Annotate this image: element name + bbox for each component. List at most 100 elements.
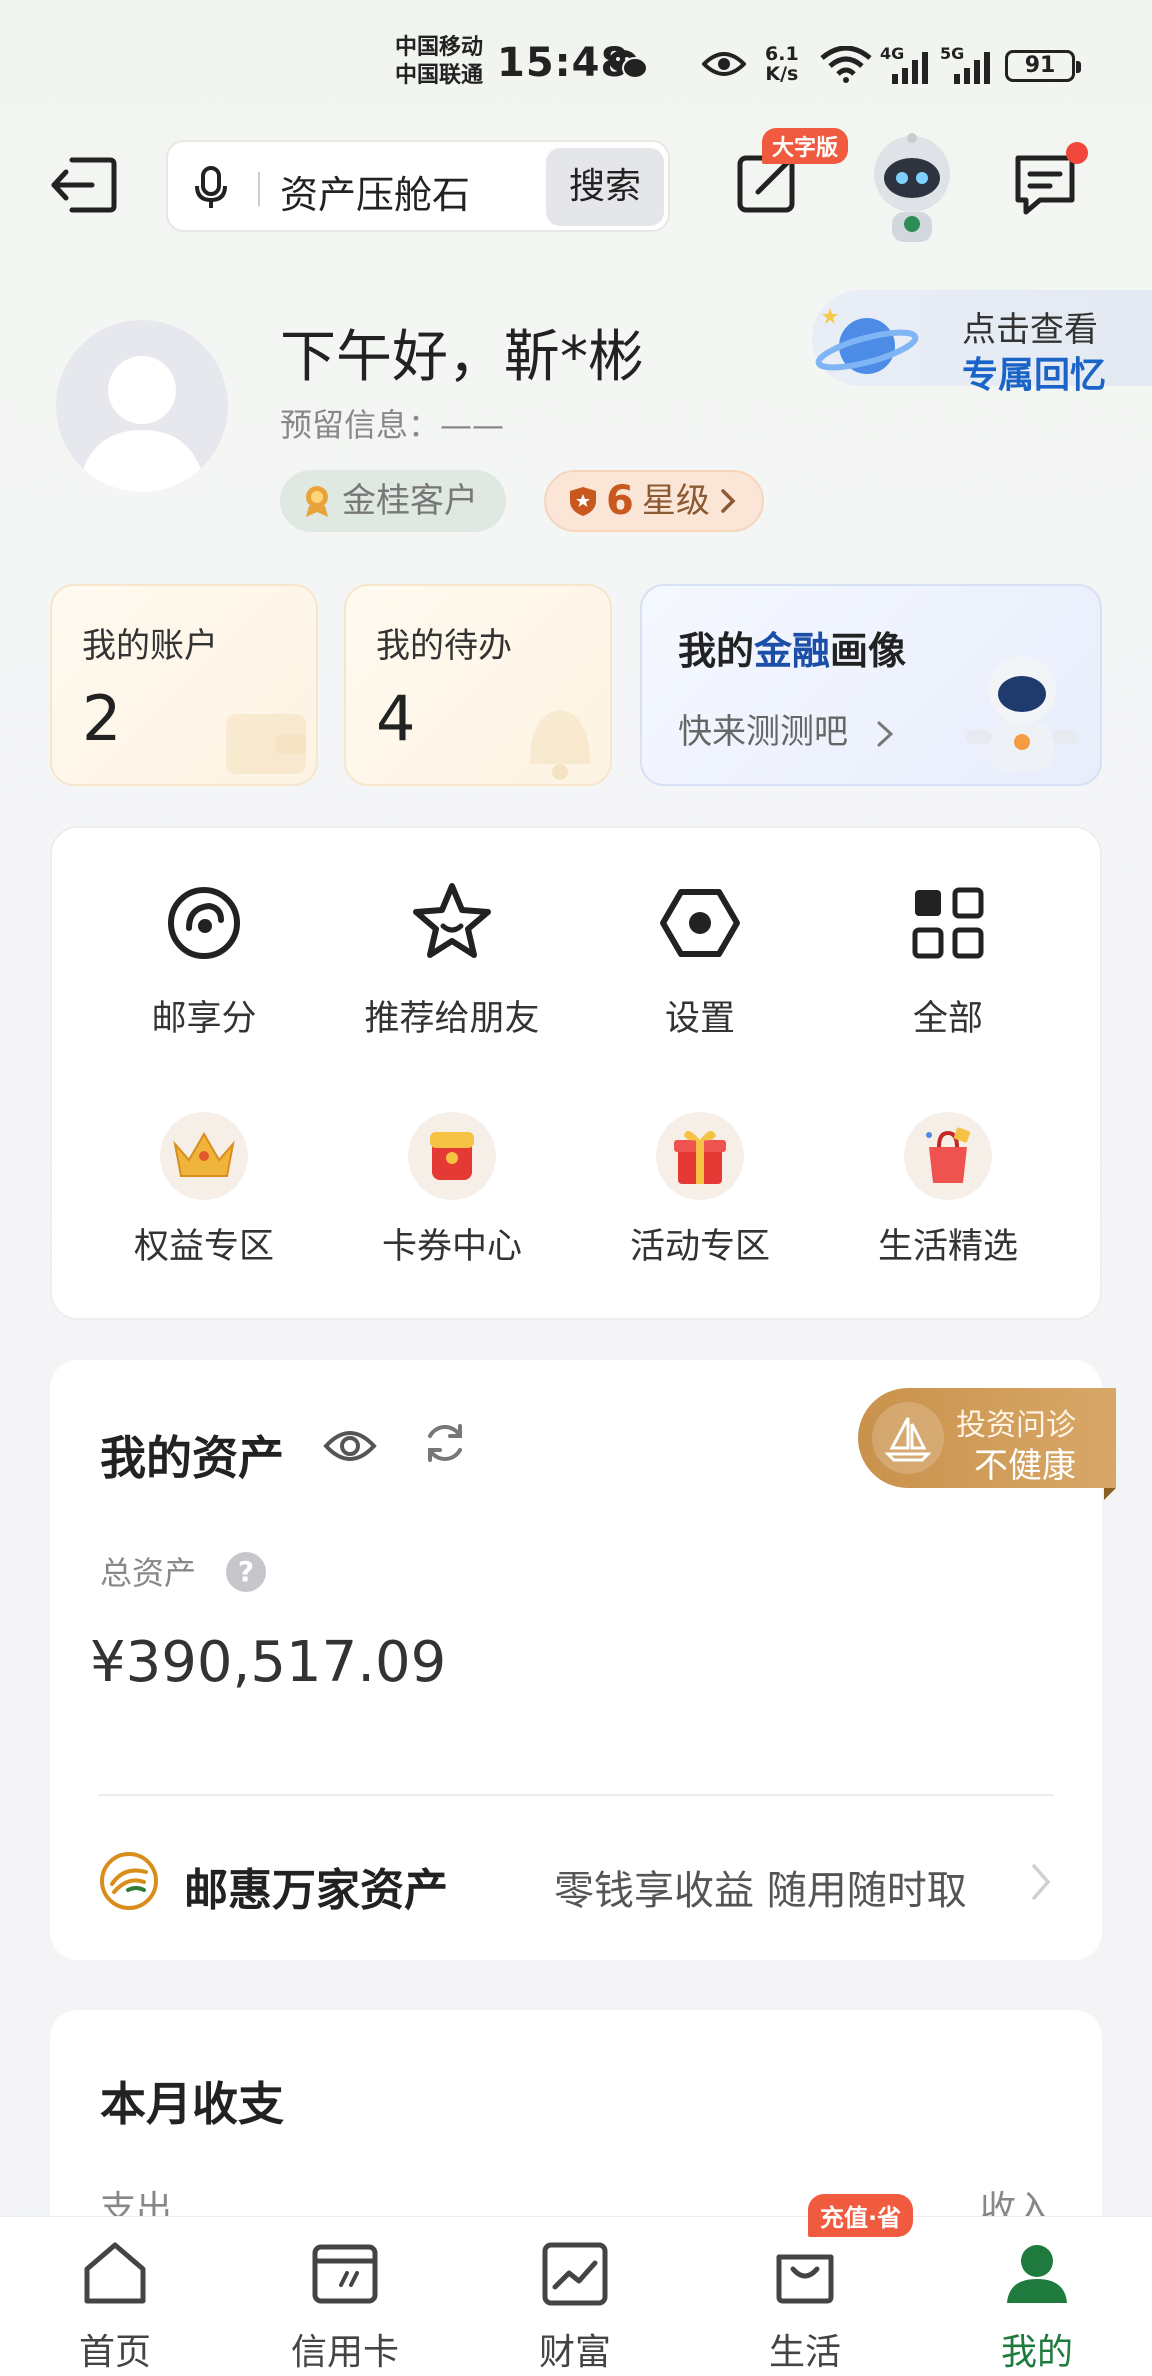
sailboat-icon [872, 1402, 944, 1474]
trend-chart-icon [542, 2242, 608, 2306]
shortcut-label: 活动专区 [629, 1227, 770, 1267]
astronaut-icon [966, 656, 1078, 772]
signal-4g: 4G [880, 44, 936, 84]
memory-entry[interactable]: 点击查看 专属回忆 [812, 290, 1152, 396]
portrait-title-c: 画像 [830, 629, 907, 673]
search-button[interactable]: 搜索 [546, 148, 664, 226]
shopping-bag-icon [776, 2254, 834, 2304]
my-todos-count: 4 [376, 682, 416, 755]
wifi-icon [820, 46, 872, 83]
shortcut-points[interactable]: 邮享分 [80, 878, 328, 1041]
robot-assistant-icon[interactable] [862, 128, 962, 246]
investment-diagnosis-badge[interactable]: 投资问诊 不健康 [858, 1388, 1116, 1500]
nav-me[interactable]: 我的 [922, 2217, 1152, 2376]
life-promo-badge: 充值·省 [808, 2194, 914, 2237]
my-accounts-count: 2 [82, 682, 122, 755]
total-assets-label: 总资产 [100, 1554, 197, 1592]
nav-label: 信用卡 [290, 2332, 399, 2373]
avatar[interactable] [56, 320, 228, 492]
signal-bars-icon [892, 52, 928, 84]
star-smile-icon [413, 883, 491, 958]
my-accounts-card[interactable]: 我的账户 2 [50, 584, 318, 786]
battery-indicator: 91 [1005, 50, 1081, 82]
shortcut-all[interactable]: 全部 [824, 878, 1072, 1041]
shortcut-recommend[interactable]: 推荐给朋友 [328, 878, 576, 1041]
crown-icon [160, 1112, 248, 1200]
bell-icon [530, 710, 590, 780]
exit-icon[interactable] [48, 152, 120, 218]
red-envelope-icon [408, 1112, 496, 1200]
shortcut-events[interactable]: 活动专区 [576, 1112, 824, 1269]
shortcut-label: 生活精选 [877, 1227, 1018, 1267]
search-bar[interactable]: 资产压舱石 搜索 [166, 140, 670, 232]
youhui-assets-row[interactable]: 邮惠万家资产 零钱享收益 随用随时取 [50, 1820, 1102, 1940]
microphone-icon[interactable] [194, 166, 228, 210]
reserved-info: 预留信息：—— [280, 406, 505, 444]
financial-portrait-card[interactable]: 我的金融画像 快来测测吧 [640, 584, 1102, 786]
nav-home[interactable]: 首页 [0, 2217, 230, 2376]
help-icon[interactable]: ? [226, 1552, 266, 1592]
gift-icon [656, 1112, 744, 1200]
youhui-subtitle: 零钱享收益 随用随时取 [554, 1868, 967, 1914]
nav-label: 我的 [1000, 2332, 1073, 2373]
net-speed: 6.1 K/s [765, 44, 799, 84]
memory-label: 点击查看 [962, 310, 1098, 350]
grid-icon [912, 887, 984, 959]
user-icon [1007, 2245, 1067, 2303]
nav-wealth[interactable]: 财富 [460, 2217, 690, 2376]
portrait-subtitle-text: 快来测测吧 [678, 712, 848, 752]
portrait-title: 我的金融画像 [678, 620, 906, 675]
monthly-title: 本月收支 [100, 2077, 284, 2131]
eye-icon[interactable] [322, 1424, 378, 1468]
hexagon-settings-icon [660, 889, 740, 957]
nav-credit-card[interactable]: 信用卡 [230, 2217, 460, 2376]
search-input[interactable]: 资产压舱石 [280, 164, 470, 219]
assets-title: 我的资产 [100, 1431, 284, 1485]
my-accounts-label: 我的账户 [82, 626, 218, 666]
big-font-badge: 大字版 [762, 128, 849, 164]
shortcut-lifestyle[interactable]: 生活精选 [824, 1112, 1072, 1269]
diagnosis-status: 不健康 [974, 1446, 1076, 1486]
youhui-logo-icon [100, 1852, 158, 1910]
star-level-tag[interactable]: 6 星级 [544, 470, 764, 532]
shortcut-coupons[interactable]: 卡券中心 [328, 1112, 576, 1269]
star-level-text: 星级 [641, 481, 710, 521]
search-divider [258, 172, 260, 206]
star-level-number: 6 [606, 478, 634, 524]
memory-link: 专属回忆 [962, 355, 1107, 396]
nav-life[interactable]: 生活 [690, 2217, 920, 2376]
chevron-right-icon [721, 489, 736, 513]
medal-icon [306, 486, 328, 517]
customer-level-tag[interactable]: 金桂客户 [280, 470, 506, 532]
nav-label: 财富 [538, 2332, 611, 2373]
shortcut-benefits[interactable]: 权益专区 [80, 1112, 328, 1269]
shortcut-label: 设置 [664, 999, 735, 1039]
greeting: 下午好，靳*彬 [280, 325, 644, 390]
carrier-1: 中国移动 [395, 35, 484, 60]
portrait-subtitle: 快来测测吧 [678, 704, 897, 753]
status-bar: 中国移动 中国联通 15:48 6.1 K/s 4G 5G 91 [0, 0, 1152, 130]
home-icon [84, 2242, 146, 2304]
my-todos-label: 我的待办 [376, 626, 512, 666]
refresh-icon[interactable] [420, 1418, 470, 1468]
portrait-title-b: 金融 [754, 629, 831, 673]
eye-comfort-icon [702, 52, 746, 76]
divider [98, 1794, 1054, 1796]
net-speed-unit: K/s [765, 63, 799, 85]
customer-level-label: 金桂客户 [342, 481, 478, 521]
signal-bars-icon [954, 52, 990, 84]
chevron-right-icon [1032, 1864, 1051, 1900]
target-icon [168, 887, 240, 959]
chevron-right-icon [877, 721, 894, 746]
shortcut-settings[interactable]: 设置 [576, 878, 824, 1041]
shortcut-label: 推荐给朋友 [364, 999, 540, 1039]
shortcuts-panel: 邮享分 推荐给朋友 设置 全部 权益专区 卡券中心 活动专区 生活精选 [50, 826, 1102, 1320]
shortcut-label: 邮享分 [151, 999, 257, 1039]
nav-label: 生活 [768, 2332, 841, 2373]
net-speed-value: 6.1 [765, 43, 799, 65]
my-todos-card[interactable]: 我的待办 4 [344, 584, 612, 786]
wechat-icon [609, 50, 648, 79]
carrier-labels: 中国移动 中国联通 [395, 34, 483, 90]
youhui-title: 邮惠万家资产 [184, 1865, 448, 1916]
signal-5g: 5G [940, 44, 1000, 84]
